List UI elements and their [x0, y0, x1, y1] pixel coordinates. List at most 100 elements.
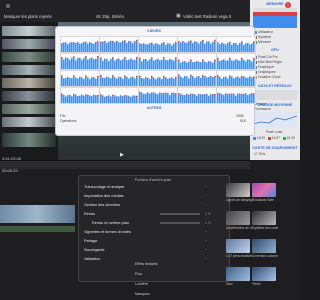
menu-item[interactable]: Partage — [84, 239, 97, 243]
menu-item-status: ~ — [205, 194, 207, 198]
legend-row: Mac Mini Plugin — [254, 60, 282, 64]
monitor-footer-title: AUTRES — [146, 106, 162, 110]
effect-thumbnail[interactable] — [252, 183, 276, 197]
cpu-core-graph — [177, 70, 217, 87]
cpu-core-graph — [138, 53, 178, 70]
sidebar-icon[interactable] — [6, 4, 10, 8]
cpu-core-graph — [216, 70, 256, 87]
clip-thumbnail[interactable] — [2, 39, 56, 49]
effect-thumbnail[interactable] — [252, 267, 276, 281]
cpu-core-graph — [99, 70, 139, 87]
monitor-title: CŒURS — [147, 29, 161, 33]
filter-dropdown[interactable]: Masquer les plans rejetés — [4, 14, 52, 19]
cpu-core-graph — [99, 36, 139, 53]
menu-item[interactable]: Validation — [84, 257, 100, 261]
library-item[interactable]: Flou — [135, 272, 142, 276]
cpu-core-graph — [60, 70, 100, 87]
cpu-core-graph — [177, 87, 217, 104]
menu-item[interactable]: Rendu — [84, 212, 95, 216]
legend-row: Creative Cloud — [254, 75, 280, 79]
network-graph — [253, 90, 297, 100]
menu-item-status: ~ — [205, 230, 207, 234]
effect-thumbnail[interactable] — [252, 239, 276, 253]
effect-label: Correction colorimétrique — [252, 254, 278, 258]
legend-row: Graphique — [254, 65, 274, 69]
effect-label: Broadcast Safe — [252, 198, 274, 202]
play-icon[interactable]: ▶ — [120, 152, 124, 158]
cpu-core-graph — [216, 87, 256, 104]
cpu-core-graph — [138, 70, 178, 87]
cpu-core-graph — [60, 87, 100, 104]
clip-thumbnail[interactable] — [2, 26, 56, 36]
effect-label: Teinte — [252, 282, 261, 286]
effect-label: LUT personnalisée — [226, 254, 252, 258]
effect-label: Lignes de balayage — [226, 198, 252, 202]
cpu-core-graph — [216, 53, 256, 70]
clip-thumbnail[interactable] — [2, 52, 56, 62]
effect-thumbnail[interactable] — [226, 239, 250, 253]
menu-item[interactable]: Rendu en arrière-plan — [92, 221, 129, 225]
effect-label: Équilibre des couleurs — [252, 226, 278, 230]
menu-item[interactable]: Sauvegarde — [84, 248, 104, 252]
menu-item-status: ~ — [205, 239, 207, 243]
cpu-core-graph — [216, 36, 256, 53]
clip-thumbnail[interactable] — [2, 65, 56, 75]
cpu-core-graph — [177, 36, 217, 53]
project-title[interactable]: Vidéo test Radeon vega II — [183, 14, 231, 19]
cpu-core-graph — [99, 53, 139, 70]
clip-thumbnail[interactable] — [2, 78, 56, 88]
menu-item[interactable]: Transcodage et analyse — [84, 185, 124, 189]
library-item[interactable]: Masques — [135, 292, 150, 296]
inspector-section-title: MÉMOIRE — [266, 2, 284, 6]
effect-thumbnail[interactable] — [226, 211, 250, 225]
effect-label: Amplificateur de couleurs — [226, 226, 252, 230]
trend-value: 17 GHz — [254, 152, 266, 156]
legend-row: Système — [254, 35, 271, 39]
legend-row: Utilisateur — [254, 30, 273, 34]
effect-label: Halo — [226, 282, 233, 286]
menu-item[interactable]: Importation des médias — [84, 194, 123, 198]
stat-value: 518 — [240, 119, 246, 123]
cpu-core-graph — [138, 87, 178, 104]
inspector-section-title: CHARGE MOYENNE — [257, 103, 293, 107]
effect-thumbnail[interactable] — [226, 267, 250, 281]
clip-thumbnail[interactable] — [2, 91, 56, 101]
peak-load-label: Peak Load — [266, 130, 283, 134]
menu-item-status: ~ — [205, 203, 207, 207]
legend-row: Mémoire — [254, 40, 271, 44]
progress-bar — [160, 222, 200, 224]
info-label: Processeur — [254, 107, 272, 111]
legend-row: Final Cut Pro — [254, 55, 278, 59]
menu-title: Fichiers d'arrière-plan — [134, 178, 172, 182]
library-item[interactable]: Effets textuels — [135, 262, 158, 266]
menu-item[interactable]: Vignettes et formes d'ondes — [84, 230, 131, 234]
legend-row: Graphiques — [254, 70, 276, 74]
cpu-core-graph — [177, 53, 217, 70]
effect-thumbnail[interactable] — [252, 211, 276, 225]
cpu-core-graph — [60, 53, 100, 70]
audio-waveform[interactable] — [0, 226, 75, 232]
timeline-toolbar — [0, 160, 250, 169]
menu-item-status: ~ — [205, 257, 207, 261]
clip-thumbnail[interactable] — [2, 104, 56, 114]
stat-value: 2838 — [236, 114, 244, 118]
effect-thumbnail[interactable] — [226, 183, 250, 197]
cpu-core-graph — [99, 87, 139, 104]
cpu-core-graph — [60, 36, 100, 53]
clip-thumbnail[interactable] — [2, 117, 56, 127]
menu-item-status: ~ — [205, 248, 207, 252]
menu-item-status: 1 % — [205, 212, 211, 216]
inspector-section-title: GPU — [271, 48, 279, 52]
stat-label: File — [60, 114, 66, 118]
progress-bar — [160, 213, 200, 215]
load-graph — [252, 112, 298, 128]
clip-thumbnail[interactable] — [2, 133, 56, 147]
peak-values: 15.39 16.57 18.35 — [253, 136, 295, 140]
menu-item-status: 1 % — [205, 221, 211, 225]
project-icon: ▣ — [176, 13, 181, 19]
menu-item[interactable]: Gestion des données — [84, 203, 120, 207]
timeline-clip[interactable] — [0, 205, 75, 223]
format-indicator[interactable]: 4K 25p, Stéréo — [96, 14, 124, 19]
library-item[interactable]: Lumière — [135, 282, 148, 286]
stat-label: Opérations — [60, 119, 77, 123]
